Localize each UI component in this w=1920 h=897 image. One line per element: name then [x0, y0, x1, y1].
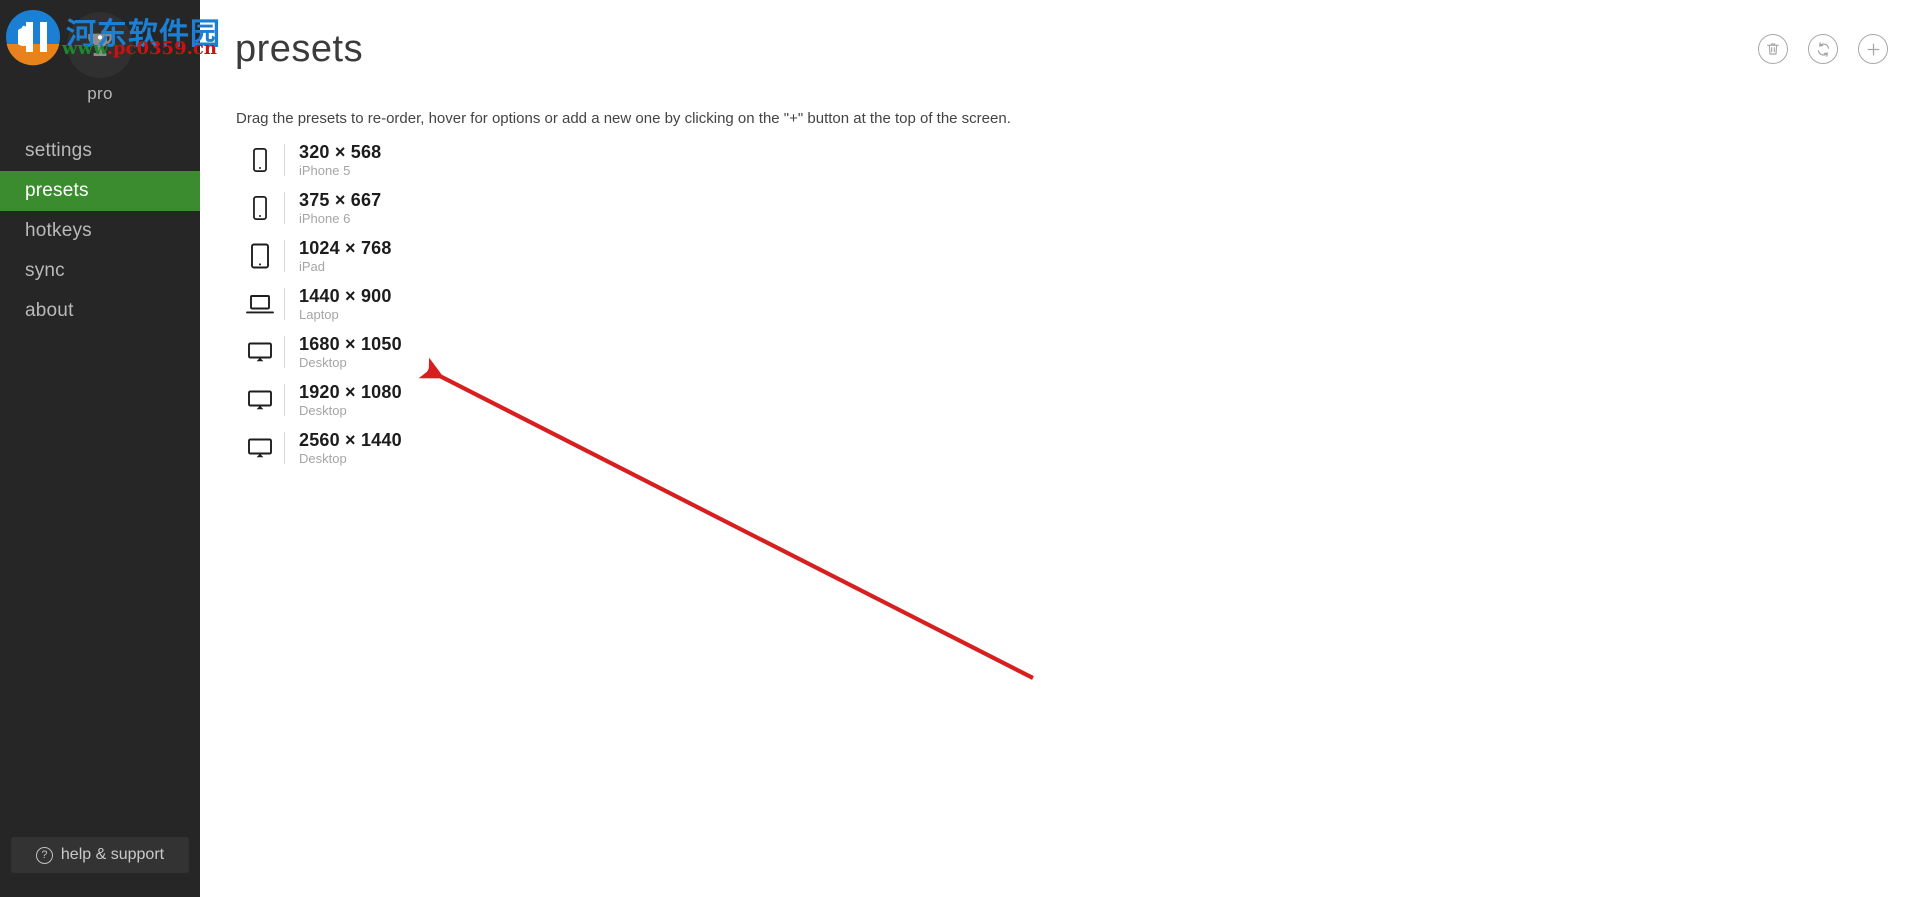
preset-row[interactable]: 375 × 667 iPhone 6	[236, 184, 656, 232]
monitor-icon	[236, 436, 284, 460]
tablet-icon	[236, 242, 284, 270]
add-preset-button[interactable]	[1858, 34, 1888, 64]
sidebar-item-hotkeys[interactable]: hotkeys	[0, 211, 200, 251]
brand-area: pro	[0, 0, 200, 125]
brand-label: pro	[87, 84, 113, 103]
preset-divider	[284, 336, 285, 368]
preset-row[interactable]: 1920 × 1080 Desktop	[236, 376, 656, 424]
preset-divider	[284, 384, 285, 416]
phone-icon	[236, 147, 284, 173]
page-title: presets	[235, 28, 364, 70]
monitor-icon	[236, 340, 284, 364]
preset-size: 1440 × 900	[299, 285, 392, 306]
preset-name: Desktop	[299, 402, 347, 418]
preset-divider	[284, 240, 285, 272]
trophy-icon	[67, 12, 133, 78]
presets-list: 320 × 568 iPhone 5 375 × 667 iPhone 6 10…	[236, 136, 656, 472]
question-circle-icon: ?	[35, 846, 53, 864]
sidebar-item-presets[interactable]: presets	[0, 171, 200, 211]
sidebar-item-sync[interactable]: sync	[0, 251, 200, 291]
main-content: presets Drag the presets to re-order, ho…	[200, 0, 1920, 897]
laptop-icon	[236, 292, 284, 316]
preset-row[interactable]: 1024 × 768 iPad	[236, 232, 656, 280]
help-and-support-button[interactable]: ? help & support	[11, 837, 189, 873]
preset-text: 375 × 667 iPhone 6	[299, 190, 381, 227]
preset-text: 1680 × 1050 Desktop	[299, 334, 402, 371]
preset-name: Laptop	[299, 306, 339, 322]
sidebar-item-settings[interactable]: settings	[0, 131, 200, 171]
preset-name: iPhone 5	[299, 162, 351, 178]
preset-size: 375 × 667	[299, 189, 382, 210]
reset-presets-button[interactable]	[1808, 34, 1838, 64]
preset-name: iPad	[299, 258, 326, 274]
preset-row[interactable]: 320 × 568 iPhone 5	[236, 136, 656, 184]
page-hint-text: Drag the presets to re-order, hover for …	[236, 110, 1011, 127]
preset-name: Desktop	[299, 354, 347, 370]
preset-text: 1440 × 900 Laptop	[299, 286, 392, 323]
sidebar-nav: settings presets hotkeys sync about	[0, 131, 200, 331]
monitor-icon	[236, 388, 284, 412]
app-window: pro settings presets hotkeys sync about …	[0, 0, 1920, 897]
preset-size: 320 × 568	[299, 141, 382, 162]
preset-row[interactable]: 2560 × 1440 Desktop	[236, 424, 656, 472]
preset-text: 2560 × 1440 Desktop	[299, 430, 402, 467]
preset-text: 320 × 568 iPhone 5	[299, 142, 381, 179]
preset-row[interactable]: 1680 × 1050 Desktop	[236, 328, 656, 376]
preset-text: 1920 × 1080 Desktop	[299, 382, 402, 419]
delete-presets-button[interactable]	[1758, 34, 1788, 64]
header-toolbar	[1758, 34, 1888, 64]
help-and-support-label: help & support	[60, 846, 165, 863]
preset-divider	[284, 432, 285, 464]
preset-size: 1680 × 1050	[299, 333, 402, 354]
preset-name: iPhone 6	[299, 210, 351, 226]
phone-icon	[236, 195, 284, 221]
preset-divider	[284, 144, 285, 176]
sidebar-item-about[interactable]: about	[0, 291, 200, 331]
preset-row[interactable]: 1440 × 900 Laptop	[236, 280, 656, 328]
preset-divider	[284, 288, 285, 320]
preset-text: 1024 × 768 iPad	[299, 238, 392, 275]
preset-size: 1024 × 768	[299, 237, 392, 258]
preset-name: Desktop	[299, 450, 347, 466]
preset-size: 1920 × 1080	[299, 381, 402, 402]
preset-divider	[284, 192, 285, 224]
preset-size: 2560 × 1440	[299, 429, 402, 450]
sidebar: pro settings presets hotkeys sync about …	[0, 0, 200, 897]
